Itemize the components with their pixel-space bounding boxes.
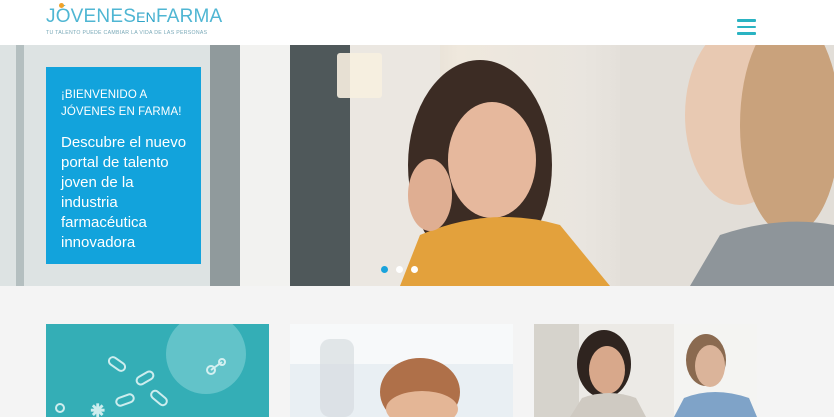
feature-card-professionals[interactable] — [534, 324, 757, 417]
logo-word-farma: FARMA — [155, 6, 223, 27]
logo-tagline: TU TALENTO PUEDE CAMBIAR LA VIDA DE LAS … — [46, 30, 208, 36]
card-image-student — [290, 324, 513, 417]
logo-word-jovenes: JÓVENES — [46, 6, 137, 27]
hero-welcome-box: ¡Bienvenido a Jóvenes en Farma! Descubre… — [46, 67, 201, 264]
svg-text:✳: ✳ — [91, 401, 104, 417]
card-image-molecules: ✳ — [46, 324, 269, 417]
site-header: JÓVENESENFARMA TU TALENTO PUEDE CAMBIAR … — [0, 0, 834, 45]
slider-dot-3[interactable] — [411, 266, 418, 273]
hero-headline: Descubre el nuevo portal de talento jove… — [61, 134, 187, 251]
menu-bar — [737, 32, 756, 35]
logo-word-en: EN — [136, 9, 156, 25]
card-image-professionals — [534, 324, 757, 417]
slider-dot-2[interactable] — [396, 266, 403, 273]
logo-wordmark: JÓVENESENFARMA — [46, 6, 222, 28]
feature-card-student[interactable] — [290, 324, 513, 417]
menu-bar — [737, 19, 756, 22]
feature-cards: ✳ — [0, 286, 834, 417]
logo-accent-dot — [59, 3, 64, 8]
hamburger-menu-icon[interactable] — [737, 19, 759, 37]
site-logo[interactable]: JÓVENESENFARMA TU TALENTO PUEDE CAMBIAR … — [46, 3, 222, 40]
menu-bar — [737, 25, 756, 29]
slider-dot-1[interactable] — [381, 266, 388, 273]
hero-kicker: ¡Bienvenido a Jóvenes en Farma! — [61, 89, 182, 118]
feature-card-science[interactable]: ✳ — [46, 324, 269, 417]
slider-dots — [381, 266, 418, 274]
hero-slider: ¡Bienvenido a Jóvenes en Farma! Descubre… — [0, 45, 834, 286]
